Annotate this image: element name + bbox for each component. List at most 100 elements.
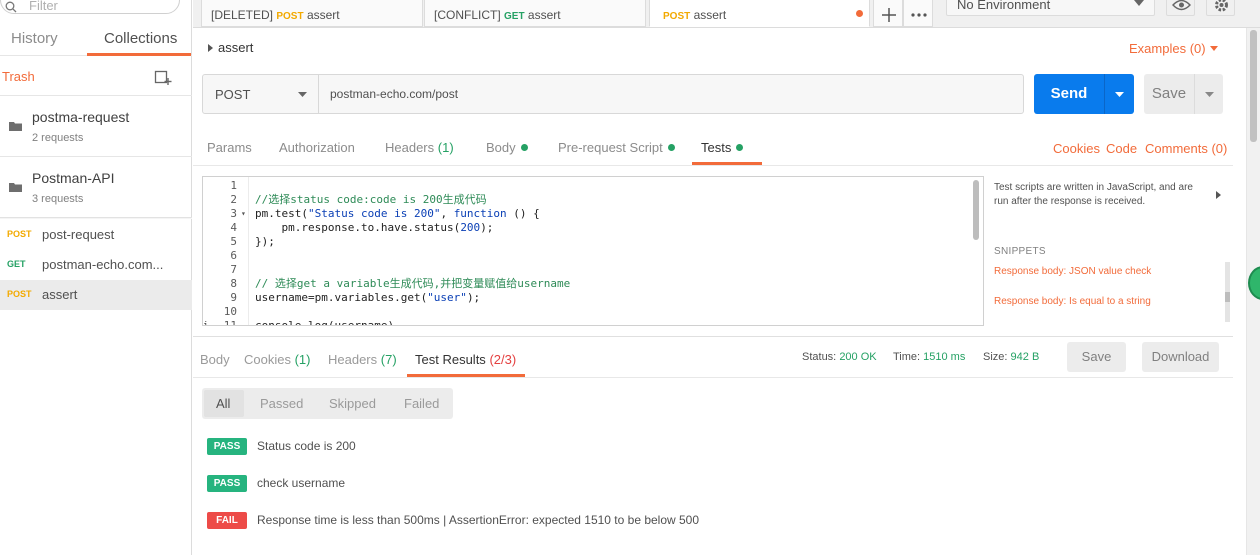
more-icon <box>911 13 927 17</box>
response-tabs: Body Cookies (1) Headers (7) Test Result… <box>193 342 1233 378</box>
search-input[interactable]: Filter <box>0 0 180 14</box>
code-line: 2 //选择status code:code is 200生成代码 <box>203 193 973 207</box>
environment-quick-look-button[interactable] <box>1166 0 1195 16</box>
request-item[interactable]: GET postman-echo.com... <box>0 250 192 280</box>
chevron-down-icon <box>1205 92 1214 97</box>
tab-method: POST <box>663 11 691 22</box>
save-response-button[interactable]: Save <box>1067 342 1126 372</box>
active-tab-indicator <box>87 53 191 56</box>
tab-response-headers[interactable]: Headers (7) <box>328 352 397 367</box>
tab-history[interactable]: History <box>11 30 58 47</box>
tab-test-results[interactable]: Test Results (2/3) <box>415 352 516 367</box>
tab-cookies-label: Cookies <box>244 352 291 367</box>
tab-body[interactable]: Body <box>486 140 528 155</box>
tab-tag: [DELETED] <box>211 8 274 22</box>
send-button[interactable]: Send <box>1034 74 1104 114</box>
request-tab[interactable]: [CONFLICT] GET assert <box>424 0 646 27</box>
fold-toggle-icon[interactable]: ▾ <box>241 207 246 221</box>
line-number: 5 <box>230 235 237 248</box>
new-tab-button[interactable] <box>873 0 903 27</box>
code-line: 1 <box>203 179 973 193</box>
has-content-dot <box>520 144 528 151</box>
environment-select[interactable]: No Environment <box>946 0 1155 16</box>
request-item-active[interactable]: POST assert <box>0 280 192 310</box>
collection-name: Postman-API <box>32 170 115 186</box>
snippet-link[interactable]: Response body: JSON value check <box>994 266 1151 277</box>
time-value: 1510 ms <box>923 351 966 363</box>
eye-icon <box>1172 0 1191 11</box>
filter-all[interactable]: All <box>216 396 230 411</box>
manage-environments-button[interactable] <box>1206 0 1235 16</box>
new-collection-icon[interactable] <box>154 68 172 86</box>
trash-link[interactable]: Trash <box>2 69 35 84</box>
size-label: Size: <box>983 351 1008 363</box>
search-placeholder: Filter <box>29 0 58 13</box>
window-scroll-thumb[interactable] <box>1250 30 1257 142</box>
method-select[interactable]: POST <box>202 74 319 114</box>
tab-response-body[interactable]: Body <box>200 352 230 367</box>
save-options-button[interactable] <box>1194 74 1223 114</box>
line-number: 1 <box>230 179 237 192</box>
test-script-editor[interactable]: 1 2 //选择status code:code is 200生成代码 3 ▾ pm.te… <box>202 176 984 326</box>
tab-prerequest-label: Pre-request Script <box>558 140 663 155</box>
code-text: pm.response.to.have.status(200); <box>255 221 494 234</box>
download-response-button[interactable]: Download <box>1142 342 1219 372</box>
collection-folder[interactable]: postma-request 2 requests <box>0 97 192 157</box>
tab-headers-label: Headers <box>328 352 378 367</box>
request-item[interactable]: POST post-request <box>0 220 192 250</box>
code-link[interactable]: Code <box>1106 141 1137 156</box>
code-line: 10 <box>203 305 973 319</box>
pass-badge: PASS <box>207 438 247 455</box>
request-breadcrumb[interactable]: assert <box>218 40 253 55</box>
code-line: 3 ▾ pm.test("Status code is 200", function… <box>203 207 973 221</box>
request-tab[interactable]: [DELETED] POST assert <box>201 0 423 27</box>
tab-headers[interactable]: Headers (1) <box>385 140 454 155</box>
filter-passed[interactable]: Passed <box>260 396 303 411</box>
snippets-scroll-thumb[interactable] <box>1225 292 1230 302</box>
more-tabs-button[interactable] <box>903 0 933 27</box>
filter-skipped[interactable]: Skipped <box>329 396 376 411</box>
tab-collections[interactable]: Collections <box>104 30 177 47</box>
tab-response-cookies[interactable]: Cookies (1) <box>244 352 310 367</box>
chevron-right-icon[interactable] <box>208 44 213 52</box>
active-tab-indicator <box>407 374 525 377</box>
chevron-down-icon[interactable] <box>1210 46 1218 51</box>
line-number: 6 <box>230 249 237 262</box>
tab-tests-label: Tests <box>701 140 732 155</box>
code-line: 7 <box>203 263 973 277</box>
tab-tests[interactable]: Tests <box>701 140 744 155</box>
tab-body-label: Body <box>486 140 516 155</box>
examples-dropdown[interactable]: Examples (0) <box>1129 41 1206 56</box>
tab-authorization[interactable]: Authorization <box>279 140 355 155</box>
send-options-button[interactable] <box>1104 74 1134 114</box>
code-line: 4 pm.response.to.have.status(200); <box>203 221 973 235</box>
test-result-text: check username <box>257 476 346 490</box>
cookies-link[interactable]: Cookies <box>1053 141 1100 156</box>
collection-folder[interactable]: Postman-API 3 requests <box>0 158 192 218</box>
tab-method: POST <box>276 11 304 22</box>
tab-params[interactable]: Params <box>207 140 252 155</box>
pane-divider[interactable] <box>193 336 1233 337</box>
save-button[interactable]: Save <box>1144 74 1194 114</box>
tab-headers-label: Headers <box>385 140 435 155</box>
status-value: 200 OK <box>839 351 877 363</box>
collection-name: postma-request <box>32 109 130 125</box>
comments-link[interactable]: Comments (0) <box>1145 141 1227 156</box>
chevron-right-icon[interactable] <box>1216 191 1221 199</box>
chevron-down-icon <box>1115 92 1124 97</box>
code-text: pm.test("Status code is 200", function (… <box>255 207 540 220</box>
request-name: post-request <box>42 227 115 242</box>
method-badge: POST <box>7 289 32 299</box>
folder-icon <box>9 183 22 192</box>
url-input[interactable]: postman-echo.com/post <box>318 74 1024 114</box>
line-number: 3 <box>230 207 237 220</box>
snippet-link[interactable]: Response body: Is equal to a string <box>994 296 1151 307</box>
editor-scrollbar[interactable] <box>973 180 979 240</box>
code-text: console.log(username) <box>255 319 395 326</box>
tab-prerequest-script[interactable]: Pre-request Script <box>558 140 675 155</box>
line-number: 8 <box>230 277 237 290</box>
collection-count: 2 requests <box>32 132 84 144</box>
filter-failed[interactable]: Failed <box>404 396 439 411</box>
request-tab-active[interactable]: POST assert <box>649 0 870 27</box>
response-status: Status: 200 OK <box>802 351 877 363</box>
